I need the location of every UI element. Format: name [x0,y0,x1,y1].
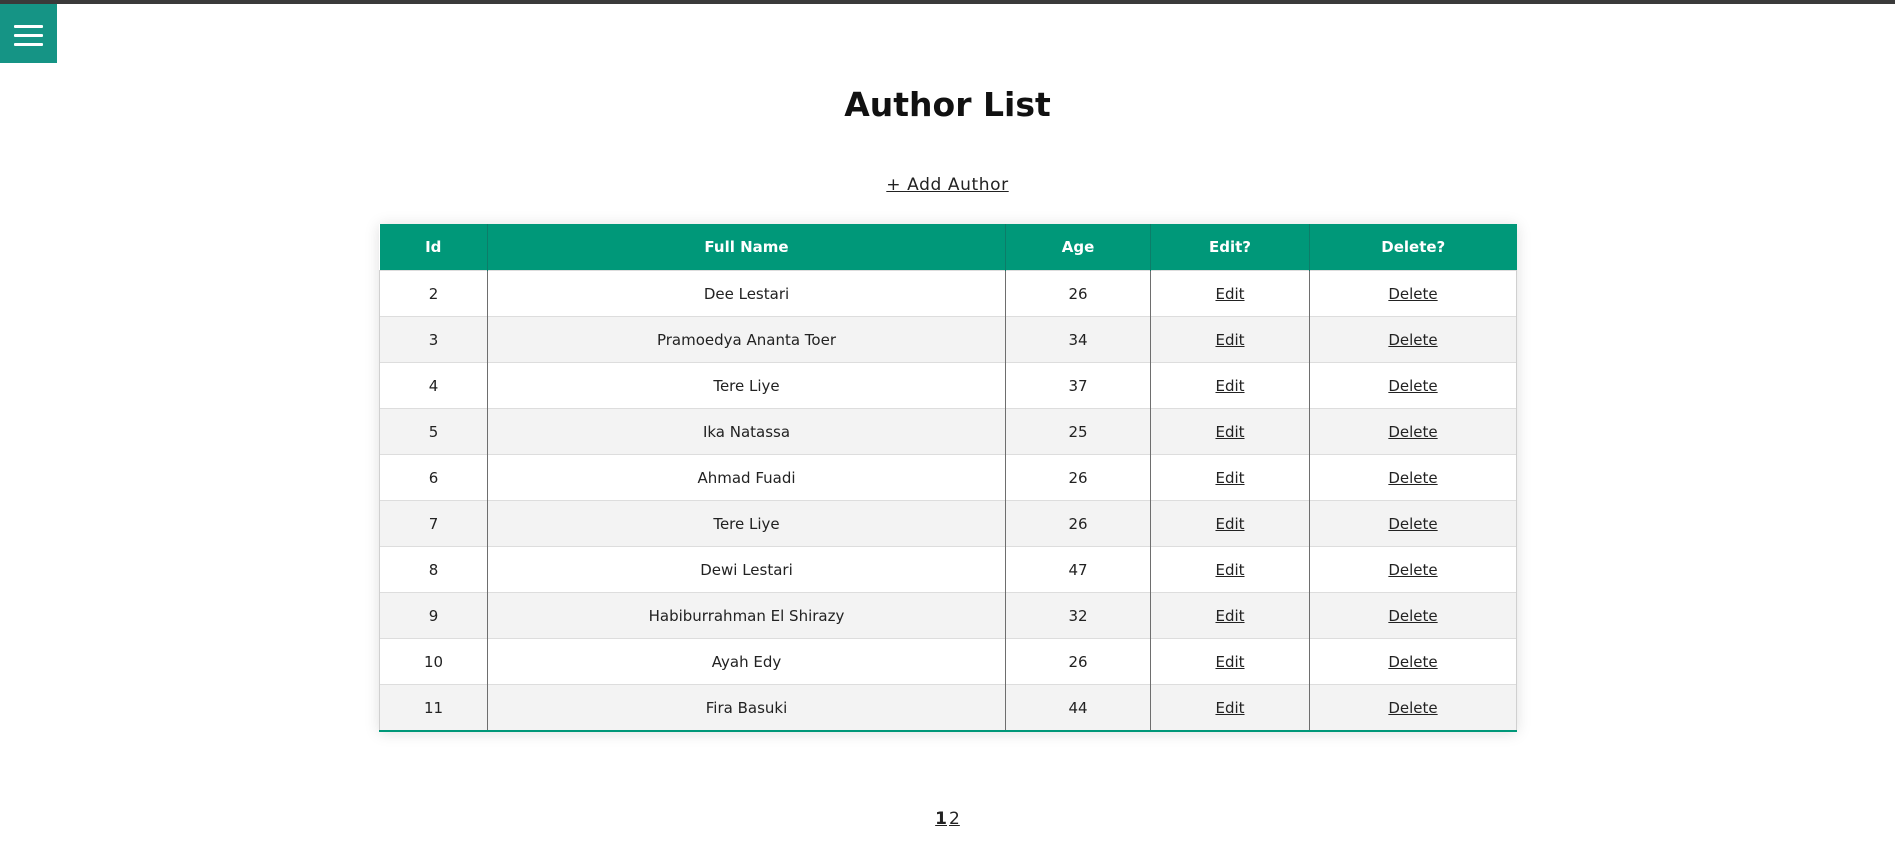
delete-link[interactable]: Delete [1388,423,1437,441]
cell-id: 2 [379,270,488,317]
table-row: 4 Tere Liye 37 Edit Delete [379,362,1517,409]
delete-link[interactable]: Delete [1388,607,1437,625]
edit-link[interactable]: Edit [1215,653,1244,671]
cell-delete: Delete [1309,592,1517,639]
header-delete: Delete? [1309,224,1517,271]
cell-full-name: Ika Natassa [487,408,1006,455]
cell-edit: Edit [1150,592,1310,639]
edit-link[interactable]: Edit [1215,561,1244,579]
table-header-row: Id Full Name Age Edit? Delete? [379,224,1517,271]
delete-link[interactable]: Delete [1388,515,1437,533]
cell-delete: Delete [1309,362,1517,409]
cell-full-name: Dee Lestari [487,270,1006,317]
cell-edit: Edit [1150,454,1310,501]
top-border [0,0,1895,4]
add-author-link[interactable]: + Add Author [886,175,1008,195]
cell-id: 9 [379,592,488,639]
edit-link[interactable]: Edit [1215,331,1244,349]
table-row: 9 Habiburrahman El Shirazy 32 Edit Delete [379,592,1517,639]
delete-link[interactable]: Delete [1388,285,1437,303]
table-row: 2 Dee Lestari 26 Edit Delete [379,270,1517,317]
page-link-2[interactable]: 2 [949,809,960,829]
table-row: 8 Dewi Lestari 47 Edit Delete [379,546,1517,593]
header-edit: Edit? [1150,224,1310,271]
table-row: 3 Pramoedya Ananta Toer 34 Edit Delete [379,316,1517,363]
header-id: Id [379,224,488,271]
edit-link[interactable]: Edit [1215,607,1244,625]
cell-edit: Edit [1150,316,1310,363]
table-row: 6 Ahmad Fuadi 26 Edit Delete [379,454,1517,501]
cell-delete: Delete [1309,684,1517,731]
cell-age: 26 [1005,638,1151,685]
cell-full-name: Pramoedya Ananta Toer [487,316,1006,363]
cell-edit: Edit [1150,684,1310,731]
cell-id: 4 [379,362,488,409]
cell-edit: Edit [1150,362,1310,409]
cell-delete: Delete [1309,454,1517,501]
cell-full-name: Fira Basuki [487,684,1006,731]
table-row: 5 Ika Natassa 25 Edit Delete [379,408,1517,455]
page-link-1[interactable]: 1 [935,809,947,829]
cell-delete: Delete [1309,408,1517,455]
cell-full-name: Habiburrahman El Shirazy [487,592,1006,639]
cell-edit: Edit [1150,500,1310,547]
cell-id: 10 [379,638,488,685]
page-title: Author List [844,85,1051,124]
cell-edit: Edit [1150,408,1310,455]
delete-link[interactable]: Delete [1388,377,1437,395]
cell-delete: Delete [1309,638,1517,685]
cell-age: 34 [1005,316,1151,363]
table-row: 10 Ayah Edy 26 Edit Delete [379,638,1517,685]
cell-age: 32 [1005,592,1151,639]
pagination: 12 [0,809,1895,829]
edit-link[interactable]: Edit [1215,699,1244,717]
cell-age: 47 [1005,546,1151,593]
cell-edit: Edit [1150,638,1310,685]
cell-age: 37 [1005,362,1151,409]
menu-bar-top [14,25,43,28]
header-full-name: Full Name [487,224,1006,271]
cell-delete: Delete [1309,270,1517,317]
delete-link[interactable]: Delete [1388,653,1437,671]
cell-delete: Delete [1309,546,1517,593]
menu-bar-middle [14,34,43,37]
header-age: Age [1005,224,1151,271]
cell-age: 44 [1005,684,1151,731]
author-table: Id Full Name Age Edit? Delete? 2 Dee Lest… [379,224,1517,732]
cell-full-name: Ayah Edy [487,638,1006,685]
cell-age: 25 [1005,408,1151,455]
cell-id: 6 [379,454,488,501]
delete-link[interactable]: Delete [1388,699,1437,717]
edit-link[interactable]: Edit [1215,423,1244,441]
edit-link[interactable]: Edit [1215,469,1244,487]
cell-id: 11 [379,684,488,731]
cell-full-name: Ahmad Fuadi [487,454,1006,501]
cell-edit: Edit [1150,270,1310,317]
cell-full-name: Tere Liye [487,500,1006,547]
cell-full-name: Dewi Lestari [487,546,1006,593]
cell-age: 26 [1005,454,1151,501]
cell-age: 26 [1005,500,1151,547]
table-row: 11 Fira Basuki 44 Edit Delete [379,684,1517,731]
cell-id: 3 [379,316,488,363]
delete-link[interactable]: Delete [1388,469,1437,487]
cell-delete: Delete [1309,316,1517,363]
edit-link[interactable]: Edit [1215,285,1244,303]
add-author-container: + Add Author [0,175,1895,195]
cell-id: 5 [379,408,488,455]
table-row: 7 Tere Liye 26 Edit Delete [379,500,1517,547]
edit-link[interactable]: Edit [1215,515,1244,533]
delete-link[interactable]: Delete [1388,331,1437,349]
edit-link[interactable]: Edit [1215,377,1244,395]
cell-age: 26 [1005,270,1151,317]
cell-delete: Delete [1309,500,1517,547]
hamburger-menu-button[interactable] [0,4,57,63]
delete-link[interactable]: Delete [1388,561,1437,579]
cell-full-name: Tere Liye [487,362,1006,409]
menu-bar-bottom [14,43,43,46]
cell-edit: Edit [1150,546,1310,593]
cell-id: 8 [379,546,488,593]
cell-id: 7 [379,500,488,547]
